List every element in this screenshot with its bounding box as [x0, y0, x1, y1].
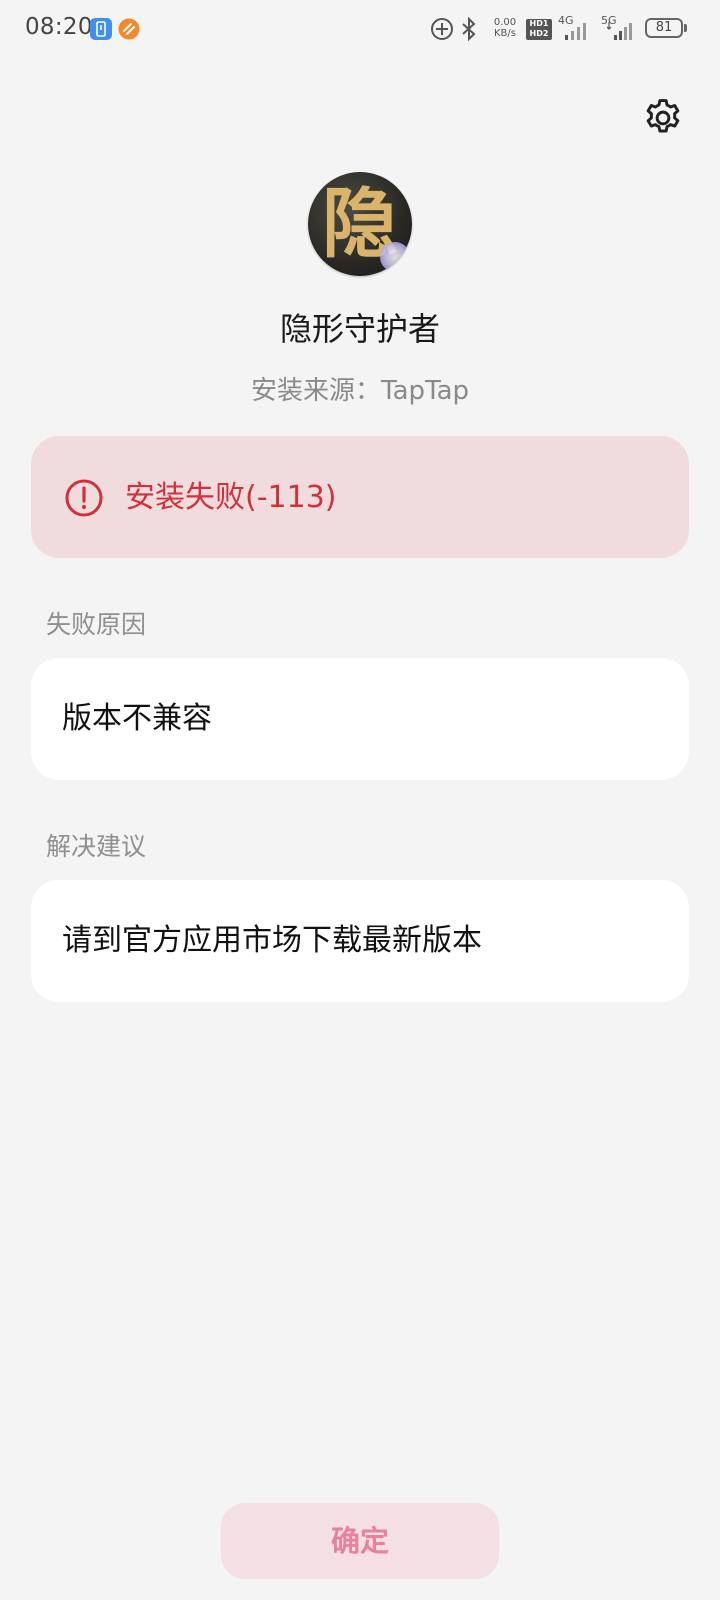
failure-reason-label: 失败原因 — [46, 610, 147, 639]
error-message: 安装失败(-113) — [125, 480, 337, 515]
suggestion-card: 请到官方应用市场下载最新版本 — [31, 880, 689, 1002]
data-saver-icon — [430, 17, 454, 45]
bluetooth-icon — [460, 16, 478, 45]
phone-clone-icon — [90, 18, 112, 40]
signal-5g-icon — [606, 20, 637, 44]
settings-button[interactable] — [641, 96, 685, 140]
error-banner: 安装失败(-113) — [31, 436, 689, 558]
net-speed-unit: KB/s — [494, 28, 516, 39]
signal-4g-icon — [564, 20, 588, 44]
hd2-label: HD2 — [529, 29, 549, 38]
hd-badge: HD1 HD2 — [526, 19, 552, 40]
battery-icon: 81 — [645, 18, 683, 38]
gear-icon — [646, 99, 680, 133]
failure-reason-card: 版本不兼容 — [31, 658, 689, 780]
failure-reason-value: 版本不兼容 — [62, 701, 212, 736]
install-source: 安装来源：TapTap — [250, 376, 470, 406]
app-name: 隐形守护者 — [279, 310, 440, 348]
app-icon: 隐 — [308, 172, 412, 276]
status-time: 08:20 — [25, 14, 93, 40]
net-speed: 0.00 KB/s — [488, 17, 522, 39]
app-notification-icon — [118, 18, 140, 40]
suggestion-value: 请到官方应用市场下载最新版本 — [62, 923, 482, 958]
app-icon-swirl — [380, 242, 410, 272]
error-circle-icon — [64, 478, 104, 518]
net-speed-value: 0.00 — [493, 17, 517, 28]
confirm-button[interactable]: 确定 — [221, 1503, 499, 1579]
battery-cap — [684, 24, 687, 32]
suggestion-label: 解决建议 — [46, 832, 147, 861]
hd1-label: HD1 — [529, 19, 549, 28]
status-bar: 08:20 0.00 KB/s HD1 HD2 4G 5G 81 — [0, 0, 720, 60]
